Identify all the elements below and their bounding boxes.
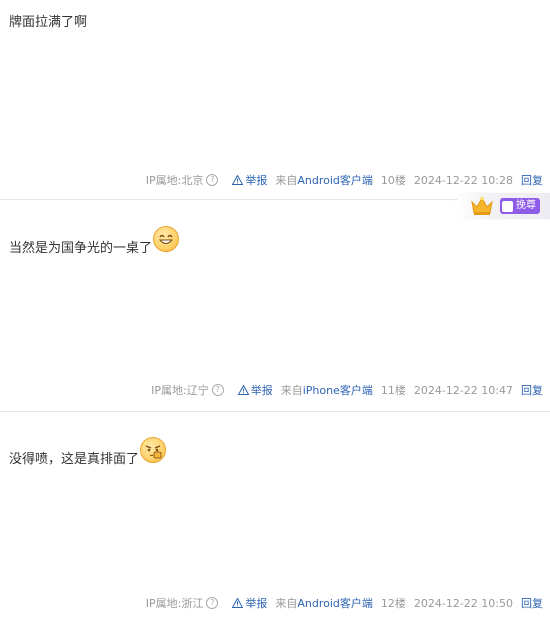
post-content: 当然是为国争光的一桌了 — [9, 221, 180, 256]
client-link[interactable]: iPhone客户端 — [303, 384, 373, 397]
floor-number: 12楼 — [380, 597, 406, 610]
thumbs-up-face-icon — [140, 436, 167, 463]
report-button[interactable]: 举报 — [232, 172, 267, 188]
post-meta: IP属地:辽宁 ? 举报 来自iPhone客户端 11楼 2024-12-22 … — [151, 382, 543, 398]
floor-number: 11楼 — [380, 384, 406, 397]
ip-location: IP属地:浙江 — [145, 597, 204, 610]
client-link[interactable]: Android客户端 — [297, 597, 373, 610]
help-icon[interactable]: ? — [206, 174, 219, 186]
post-meta: IP属地:北京 ? 举报 来自Android客户端 10楼 2024-12-22… — [146, 172, 543, 188]
reply-button[interactable]: 回复 — [521, 595, 543, 611]
report-label: 举报 — [245, 174, 268, 187]
source: 来自Android客户端 — [275, 595, 373, 611]
client-link[interactable]: Android客户端 — [297, 174, 373, 187]
report-button[interactable]: 举报 — [237, 382, 273, 398]
grinning-face-icon — [153, 225, 180, 252]
report-label: 举报 — [250, 384, 273, 397]
warning-icon — [237, 385, 249, 395]
badge-label: 挽尊 — [516, 200, 536, 211]
floor-number: 10楼 — [380, 174, 406, 187]
post-time: 2024-12-22 10:28 — [413, 173, 513, 187]
reply-button[interactable]: 回复 — [521, 382, 543, 398]
reply-button[interactable]: 回复 — [521, 172, 543, 188]
post-text: 没得喷，这是真排面了 — [9, 452, 140, 467]
hand-icon — [502, 200, 513, 212]
source-prefix: 来自 — [280, 384, 303, 397]
report-label: 举报 — [245, 597, 268, 610]
source-prefix: 来自 — [275, 174, 298, 187]
warning-icon — [232, 598, 244, 608]
post-time: 2024-12-22 10:47 — [413, 383, 513, 397]
post-meta: IP属地:浙江 ? 举报 来自Android客户端 12楼 2024-12-22… — [146, 595, 543, 611]
post-text: 当然是为国争光的一桌了 — [9, 241, 153, 256]
appreciation-badge[interactable]: 挽尊 — [456, 193, 550, 219]
ip-location: IP属地:辽宁 — [151, 384, 209, 397]
ip-location: IP属地:北京 — [145, 174, 204, 187]
post-time: 2024-12-22 10:50 — [413, 596, 513, 610]
post-content: 牌面拉满了啊 — [9, 11, 87, 30]
help-icon[interactable]: ? — [206, 597, 219, 609]
post-content: 没得喷，这是真排面了 — [9, 432, 167, 467]
help-icon[interactable]: ? — [211, 384, 224, 396]
divider — [0, 411, 550, 412]
source-prefix: 来自 — [275, 597, 298, 610]
source: 来自Android客户端 — [275, 172, 373, 188]
badge-tag: 挽尊 — [500, 198, 540, 214]
crown-icon — [471, 196, 493, 215]
report-button[interactable]: 举报 — [232, 595, 267, 611]
warning-icon — [232, 175, 244, 185]
post-text: 牌面拉满了啊 — [9, 15, 88, 30]
source: 来自iPhone客户端 — [281, 382, 373, 398]
